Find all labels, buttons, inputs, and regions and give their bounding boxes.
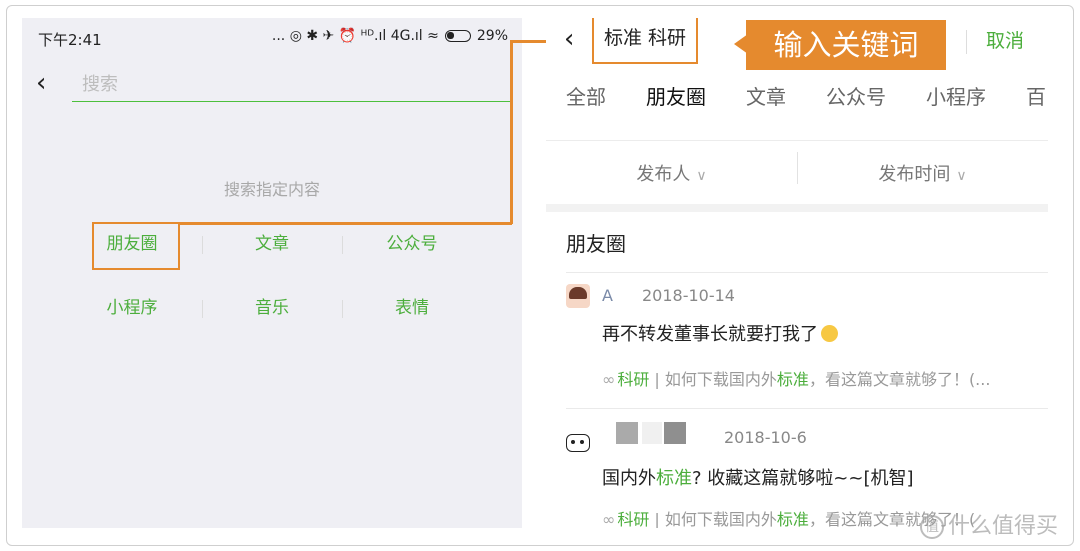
tab-official-accounts[interactable]: 公众号 bbox=[806, 80, 906, 130]
tab-mini-programs[interactable]: 小程序 bbox=[906, 80, 1006, 130]
post-text-content: 再不转发董事长就要打我了 bbox=[602, 324, 818, 345]
search-row: ‹ bbox=[22, 62, 522, 106]
smiley-emoji-icon bbox=[821, 325, 838, 342]
filter-publish-time[interactable]: 发布时间 ∨ bbox=[797, 151, 1048, 186]
battery-level: 29% bbox=[476, 28, 508, 44]
blurred-author-name bbox=[642, 422, 662, 444]
category-mini-programs[interactable]: 小程序 bbox=[62, 290, 202, 326]
watermark-logo-icon: 值 bbox=[920, 515, 944, 539]
moments-results: 朋友圈 A 2018-10-14 再不转发董事长就要打我了 ∞ 科研 | 如何下载… bbox=[546, 212, 1048, 528]
status-icons-text: ... ◎ ✱ ✈ ⏰ ᴴᴰ.ıl 4G.ıl ≈ bbox=[271, 28, 439, 44]
back-arrow-icon[interactable]: ‹ bbox=[36, 68, 56, 98]
link-icon: ∞ bbox=[602, 370, 616, 389]
back-arrow-icon[interactable]: ‹ bbox=[564, 24, 574, 54]
post-date: 2018-10-14 bbox=[642, 286, 735, 305]
chevron-down-icon: ∨ bbox=[956, 167, 967, 184]
post-date: 2018-10-6 bbox=[724, 428, 807, 447]
filter-publisher-label: 发布人 bbox=[636, 163, 691, 185]
avatar bbox=[566, 434, 590, 452]
right-phone-screen: ‹ 标准 科研 输入关键词 取消 全部 朋友圈 文章 公众号 小程序 百 发布人… bbox=[546, 18, 1048, 528]
category-row: 小程序 音乐 表情 bbox=[62, 290, 482, 326]
search-hint: 搜索指定内容 bbox=[223, 180, 320, 199]
category-articles[interactable]: 文章 bbox=[202, 226, 342, 262]
filter-publisher[interactable]: 发布人 ∨ bbox=[546, 160, 797, 186]
chevron-down-icon: ∨ bbox=[696, 167, 707, 184]
search-header: ‹ 标准 科研 输入关键词 取消 全部 朋友圈 文章 公众号 小程序 百 bbox=[546, 18, 1048, 142]
link-source: 科研 bbox=[617, 510, 650, 528]
divider bbox=[566, 272, 1048, 273]
status-icons: ... ◎ ✱ ✈ ⏰ ᴴᴰ.ıl 4G.ıl ≈ 29% bbox=[272, 28, 508, 44]
blurred-author-name bbox=[616, 422, 638, 444]
connector-line bbox=[510, 40, 513, 224]
divider bbox=[966, 30, 967, 54]
watermark: 值什么值得买 bbox=[920, 508, 1058, 540]
link-title-part: | 如何下载国内外 bbox=[649, 370, 777, 389]
post-text: 国内外标准? 收藏这篇就够啦~~[机智] bbox=[602, 464, 913, 490]
post-text: 再不转发董事长就要打我了 bbox=[602, 320, 838, 346]
search-query[interactable]: 标准 科研 bbox=[592, 18, 698, 64]
watermark-text: 什么值得买 bbox=[948, 514, 1059, 539]
link-keyword: 标准 bbox=[776, 510, 809, 528]
link-title-part: | 如何下载国内外 bbox=[649, 510, 777, 528]
filter-bar: 发布人 ∨ 发布时间 ∨ bbox=[546, 140, 1048, 204]
category-stickers[interactable]: 表情 bbox=[342, 290, 482, 326]
tab-articles[interactable]: 文章 bbox=[726, 80, 806, 130]
annotation-callout: 输入关键词 bbox=[746, 20, 946, 70]
link-icon: ∞ bbox=[602, 510, 616, 528]
tab-moments[interactable]: 朋友圈 bbox=[626, 80, 726, 142]
tab-all[interactable]: 全部 bbox=[546, 80, 626, 130]
link-keyword: 标准 bbox=[776, 370, 809, 389]
cancel-button[interactable]: 取消 bbox=[986, 26, 1024, 53]
post-text-keyword: 标准 bbox=[656, 468, 692, 489]
section-title: 朋友圈 bbox=[566, 232, 626, 256]
post-text-post: ? 收藏这篇就够啦~~[机智] bbox=[692, 468, 914, 489]
search-input[interactable] bbox=[72, 68, 510, 102]
tab-more[interactable]: 百 bbox=[1006, 80, 1048, 130]
avatar bbox=[566, 284, 590, 308]
moments-highlight-box bbox=[92, 222, 180, 270]
status-bar: 下午2:41 ... ◎ ✱ ✈ ⏰ ᴴᴰ.ıl 4G.ıl ≈ 29% bbox=[22, 18, 522, 58]
category-official-accounts[interactable]: 公众号 bbox=[342, 226, 482, 262]
divider bbox=[566, 408, 1048, 409]
status-time: 下午2:41 bbox=[38, 31, 102, 49]
shared-link[interactable]: ∞ 科研 | 如何下载国内外标准，看这篇文章就够了！(... bbox=[602, 366, 990, 390]
post-text-pre: 国内外 bbox=[602, 468, 656, 489]
result-tabs: 全部 朋友圈 文章 公众号 小程序 百 bbox=[546, 80, 1048, 142]
category-music[interactable]: 音乐 bbox=[202, 290, 342, 326]
battery-icon bbox=[444, 30, 471, 42]
post-author: A bbox=[602, 286, 613, 305]
left-phone-screen: 下午2:41 ... ◎ ✱ ✈ ⏰ ᴴᴰ.ıl 4G.ıl ≈ 29% ‹ 搜… bbox=[22, 18, 522, 528]
blurred-author-name bbox=[664, 422, 686, 444]
link-title-rest: ，看这篇文章就够了！(... bbox=[808, 370, 991, 389]
link-source: 科研 bbox=[617, 370, 650, 389]
connector-line bbox=[180, 222, 512, 225]
filter-publish-time-label: 发布时间 bbox=[878, 163, 951, 185]
